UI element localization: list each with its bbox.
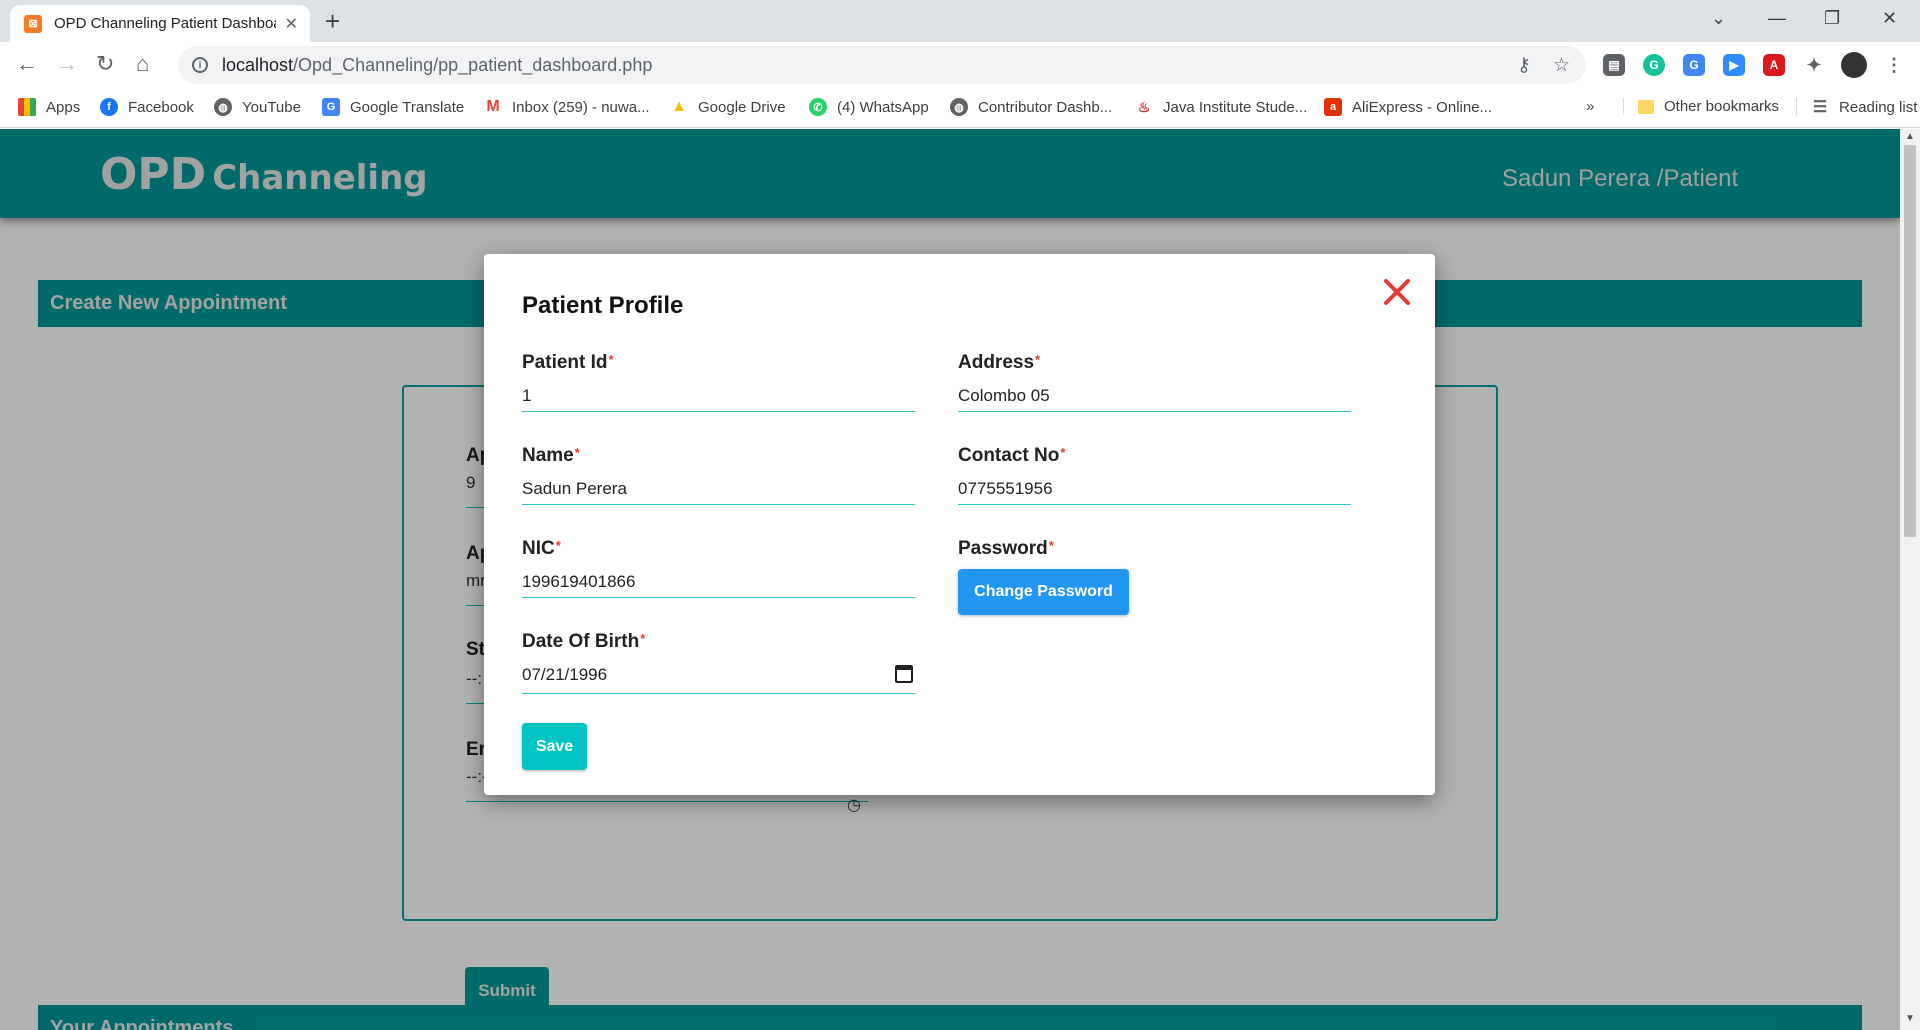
forward-icon[interactable]: → [56, 52, 78, 76]
back-icon[interactable]: ← [16, 52, 38, 76]
address-bar[interactable]: i localhost/Opd_Channeling/pp_patient_da… [178, 46, 1586, 84]
contact-label: Contact No* [958, 445, 1066, 466]
bookmark-whatsapp[interactable]: ✆ (4) WhatsApp [809, 98, 929, 116]
reading-list-icon: ☰ [1812, 99, 1828, 116]
globe-icon: ◍ [214, 98, 232, 116]
tab-close-icon[interactable]: ✕ [285, 14, 298, 34]
url-text: localhost/Opd_Channeling/pp_patient_dash… [222, 54, 653, 75]
zoom-ext-icon[interactable]: ▶ [1723, 54, 1745, 76]
page-viewport: OPD Channeling Sadun Perera /Patient Crea… [0, 129, 1900, 1030]
bookmark-google-translate[interactable]: G Google Translate [322, 98, 464, 116]
bookmark-star-icon[interactable]: ☆ [1553, 54, 1570, 77]
nic-input[interactable]: 199619401866 [522, 568, 915, 598]
bookmark-google-drive[interactable]: ▲ Google Drive [670, 98, 785, 116]
patient-id-input[interactable]: 1 [522, 382, 915, 412]
browser-tab[interactable]: ⊠ OPD Channeling Patient Dashboard ✕ [10, 5, 310, 42]
scroll-up-arrow-icon[interactable]: ▲ [1905, 131, 1915, 142]
restore-icon[interactable]: ❐ [1824, 8, 1840, 29]
name-input[interactable]: Sadun Perera [522, 475, 915, 505]
dob-field: Date Of Birth* 07/21/1996 [522, 631, 915, 694]
java-institute-icon: ♨ [1137, 98, 1151, 115]
nic-label: NIC* [522, 538, 561, 559]
bookmark-contributor[interactable]: ◍ Contributor Dashb... [950, 98, 1112, 116]
minimize-icon[interactable]: — [1768, 8, 1786, 29]
bookmarks-overflow[interactable]: » [1586, 98, 1594, 115]
bookmarks-bar: Apps f Facebook ◍ YouTube G Google Trans… [0, 88, 1920, 128]
site-info-icon[interactable]: i [192, 57, 208, 73]
reload-icon[interactable]: ↻ [96, 52, 114, 76]
bookmark-gmail[interactable]: M Inbox (259) - nuwa... [484, 98, 649, 116]
name-label: Name* [522, 445, 580, 466]
address-label: Address* [958, 352, 1041, 373]
contact-field: Contact No* 0775551956 [958, 445, 1351, 505]
patient-profile-modal: Patient Profile Patient Id* 1 Name* Sadu… [484, 254, 1435, 795]
bookmark-apps[interactable]: Apps [18, 98, 80, 116]
dob-input[interactable]: 07/21/1996 [522, 661, 915, 694]
profile-avatar[interactable] [1841, 52, 1867, 78]
reader-mode-icon[interactable]: ▤ [1603, 54, 1625, 76]
xampp-favicon-icon: ⊠ [24, 14, 42, 33]
folder-icon [1638, 99, 1654, 114]
scroll-thumb[interactable] [1904, 145, 1916, 537]
patient-id-field: Patient Id* 1 [522, 352, 915, 412]
bookmark-facebook[interactable]: f Facebook [100, 98, 194, 116]
tab-strip: ⊠ OPD Channeling Patient Dashboard ✕ + ⌄… [0, 0, 1920, 42]
save-button[interactable]: Save [522, 723, 587, 770]
bookmark-aliexpress[interactable]: a AliExpress - Online... [1324, 98, 1492, 116]
page-scrollbar[interactable]: ▲ ▼ [1900, 129, 1920, 1030]
calendar-icon[interactable] [895, 665, 913, 683]
contact-input[interactable]: 0775551956 [958, 475, 1351, 505]
grammarly-icon[interactable]: G [1643, 54, 1665, 76]
address-input[interactable]: Colombo 05 [958, 382, 1351, 412]
aliexpress-icon: a [1324, 98, 1342, 116]
nic-field: NIC* 199619401866 [522, 538, 915, 598]
browser-menu-icon[interactable]: ⋮ [1883, 54, 1905, 76]
extensions-puzzle-icon[interactable]: ✦ [1803, 54, 1825, 76]
dob-label: Date Of Birth* [522, 631, 646, 652]
patient-id-label: Patient Id* [522, 352, 614, 373]
facebook-icon: f [100, 98, 118, 116]
window-close-icon[interactable]: ✕ [1882, 8, 1897, 29]
tab-title: OPD Channeling Patient Dashboard [54, 15, 276, 32]
tab-search-chevron-icon[interactable]: ⌄ [1711, 8, 1726, 29]
other-bookmarks[interactable]: Other bookmarks [1623, 98, 1779, 115]
password-label: Password* [958, 538, 1054, 559]
modal-title: Patient Profile [522, 292, 684, 319]
home-icon[interactable]: ⌂ [136, 52, 149, 76]
new-tab-icon[interactable]: + [325, 8, 340, 34]
address-field: Address* Colombo 05 [958, 352, 1351, 412]
bookmark-java-institute[interactable]: ♨ Java Institute Stude... [1135, 98, 1308, 116]
password-field: Password* [958, 538, 1351, 560]
gmail-icon: M [486, 98, 500, 115]
whatsapp-icon: ✆ [809, 98, 827, 116]
name-field: Name* Sadun Perera [522, 445, 915, 505]
pdf-ext-icon[interactable]: A [1763, 54, 1785, 76]
apps-grid-icon [18, 98, 36, 116]
password-key-icon[interactable]: ⚷ [1517, 54, 1531, 77]
google-translate-icon: G [322, 98, 340, 116]
google-drive-icon: ▲ [671, 98, 687, 115]
google-translate-ext-icon[interactable]: G [1683, 54, 1705, 76]
browser-toolbar: ← → ↻ ⌂ i localhost/Opd_Channeling/pp_pa… [0, 42, 1920, 88]
reading-list[interactable]: ☰ Reading list [1796, 98, 1917, 116]
scroll-down-arrow-icon[interactable]: ▼ [1905, 1013, 1915, 1024]
change-password-button[interactable]: Change Password [958, 569, 1129, 615]
close-icon[interactable] [1380, 275, 1414, 309]
bookmark-youtube[interactable]: ◍ YouTube [214, 98, 301, 116]
globe-icon: ◍ [950, 98, 968, 116]
